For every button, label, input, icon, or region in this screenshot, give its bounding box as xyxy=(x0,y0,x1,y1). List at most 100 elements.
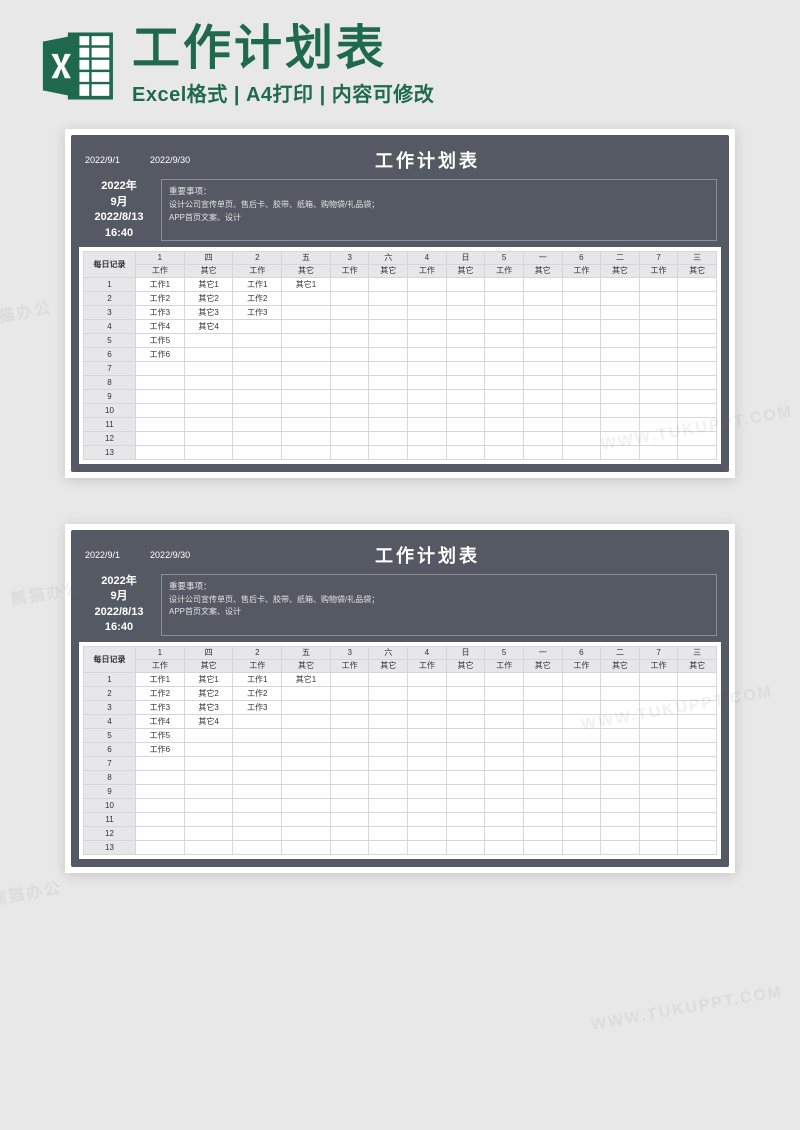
cell[interactable] xyxy=(446,333,485,347)
cell[interactable]: 其它3 xyxy=(184,700,233,714)
cell[interactable] xyxy=(233,403,282,417)
cell[interactable] xyxy=(408,277,447,291)
cell[interactable] xyxy=(601,728,640,742)
cell[interactable] xyxy=(330,700,369,714)
cell[interactable] xyxy=(485,431,524,445)
cell[interactable] xyxy=(282,812,331,826)
cell[interactable] xyxy=(330,798,369,812)
cell[interactable] xyxy=(369,403,408,417)
cell[interactable] xyxy=(282,742,331,756)
cell[interactable] xyxy=(678,756,717,770)
cell[interactable] xyxy=(369,389,408,403)
cell[interactable] xyxy=(678,431,717,445)
cell[interactable] xyxy=(523,305,562,319)
cell[interactable] xyxy=(562,742,601,756)
cell[interactable] xyxy=(330,686,369,700)
cell[interactable] xyxy=(369,375,408,389)
cell[interactable] xyxy=(136,784,185,798)
cell[interactable] xyxy=(369,686,408,700)
cell[interactable] xyxy=(408,403,447,417)
cell[interactable] xyxy=(446,417,485,431)
cell[interactable] xyxy=(136,798,185,812)
cell[interactable] xyxy=(136,417,185,431)
cell[interactable] xyxy=(485,770,524,784)
cell[interactable] xyxy=(408,319,447,333)
cell[interactable] xyxy=(485,319,524,333)
cell[interactable] xyxy=(408,375,447,389)
cell[interactable] xyxy=(282,840,331,854)
cell[interactable] xyxy=(601,840,640,854)
cell[interactable]: 工作1 xyxy=(136,277,185,291)
cell[interactable] xyxy=(678,277,717,291)
cell[interactable] xyxy=(282,686,331,700)
cell[interactable] xyxy=(282,431,331,445)
cell[interactable]: 其它4 xyxy=(184,714,233,728)
cell[interactable] xyxy=(601,714,640,728)
cell[interactable] xyxy=(282,445,331,459)
cell[interactable] xyxy=(601,672,640,686)
cell[interactable] xyxy=(485,291,524,305)
cell[interactable] xyxy=(639,347,678,361)
cell[interactable]: 其它4 xyxy=(184,319,233,333)
cell[interactable]: 工作3 xyxy=(233,700,282,714)
cell[interactable] xyxy=(562,389,601,403)
cell[interactable] xyxy=(369,431,408,445)
cell[interactable] xyxy=(523,784,562,798)
cell[interactable] xyxy=(485,686,524,700)
cell[interactable] xyxy=(369,826,408,840)
cell[interactable] xyxy=(562,431,601,445)
cell[interactable] xyxy=(369,742,408,756)
cell[interactable] xyxy=(408,784,447,798)
cell[interactable] xyxy=(282,728,331,742)
cell[interactable] xyxy=(408,770,447,784)
cell[interactable] xyxy=(562,700,601,714)
cell[interactable] xyxy=(408,305,447,319)
cell[interactable] xyxy=(562,756,601,770)
cell[interactable] xyxy=(282,347,331,361)
cell[interactable] xyxy=(678,333,717,347)
cell[interactable] xyxy=(485,672,524,686)
cell[interactable] xyxy=(282,417,331,431)
cell[interactable] xyxy=(330,319,369,333)
cell[interactable] xyxy=(184,417,233,431)
cell[interactable] xyxy=(601,375,640,389)
cell[interactable] xyxy=(184,375,233,389)
cell[interactable] xyxy=(233,798,282,812)
cell[interactable] xyxy=(233,812,282,826)
cell[interactable] xyxy=(408,798,447,812)
cell[interactable] xyxy=(639,798,678,812)
cell[interactable] xyxy=(369,305,408,319)
cell[interactable] xyxy=(678,319,717,333)
cell[interactable] xyxy=(601,403,640,417)
cell[interactable] xyxy=(562,672,601,686)
cell[interactable] xyxy=(485,403,524,417)
cell[interactable] xyxy=(408,417,447,431)
cell[interactable] xyxy=(446,826,485,840)
cell[interactable] xyxy=(523,770,562,784)
cell[interactable] xyxy=(601,812,640,826)
cell[interactable] xyxy=(639,361,678,375)
cell[interactable] xyxy=(485,840,524,854)
cell[interactable] xyxy=(282,714,331,728)
cell[interactable] xyxy=(678,347,717,361)
cell[interactable] xyxy=(330,431,369,445)
cell[interactable] xyxy=(330,277,369,291)
cell[interactable] xyxy=(523,389,562,403)
cell[interactable] xyxy=(678,305,717,319)
cell[interactable] xyxy=(562,291,601,305)
cell[interactable] xyxy=(523,445,562,459)
cell[interactable] xyxy=(601,389,640,403)
cell[interactable] xyxy=(678,812,717,826)
cell[interactable] xyxy=(446,714,485,728)
cell[interactable] xyxy=(678,389,717,403)
cell[interactable] xyxy=(369,291,408,305)
cell[interactable] xyxy=(678,840,717,854)
cell[interactable] xyxy=(136,361,185,375)
cell[interactable] xyxy=(136,375,185,389)
cell[interactable] xyxy=(601,700,640,714)
cell[interactable] xyxy=(330,445,369,459)
cell[interactable] xyxy=(282,333,331,347)
cell[interactable] xyxy=(408,742,447,756)
cell[interactable] xyxy=(601,756,640,770)
cell[interactable] xyxy=(330,826,369,840)
